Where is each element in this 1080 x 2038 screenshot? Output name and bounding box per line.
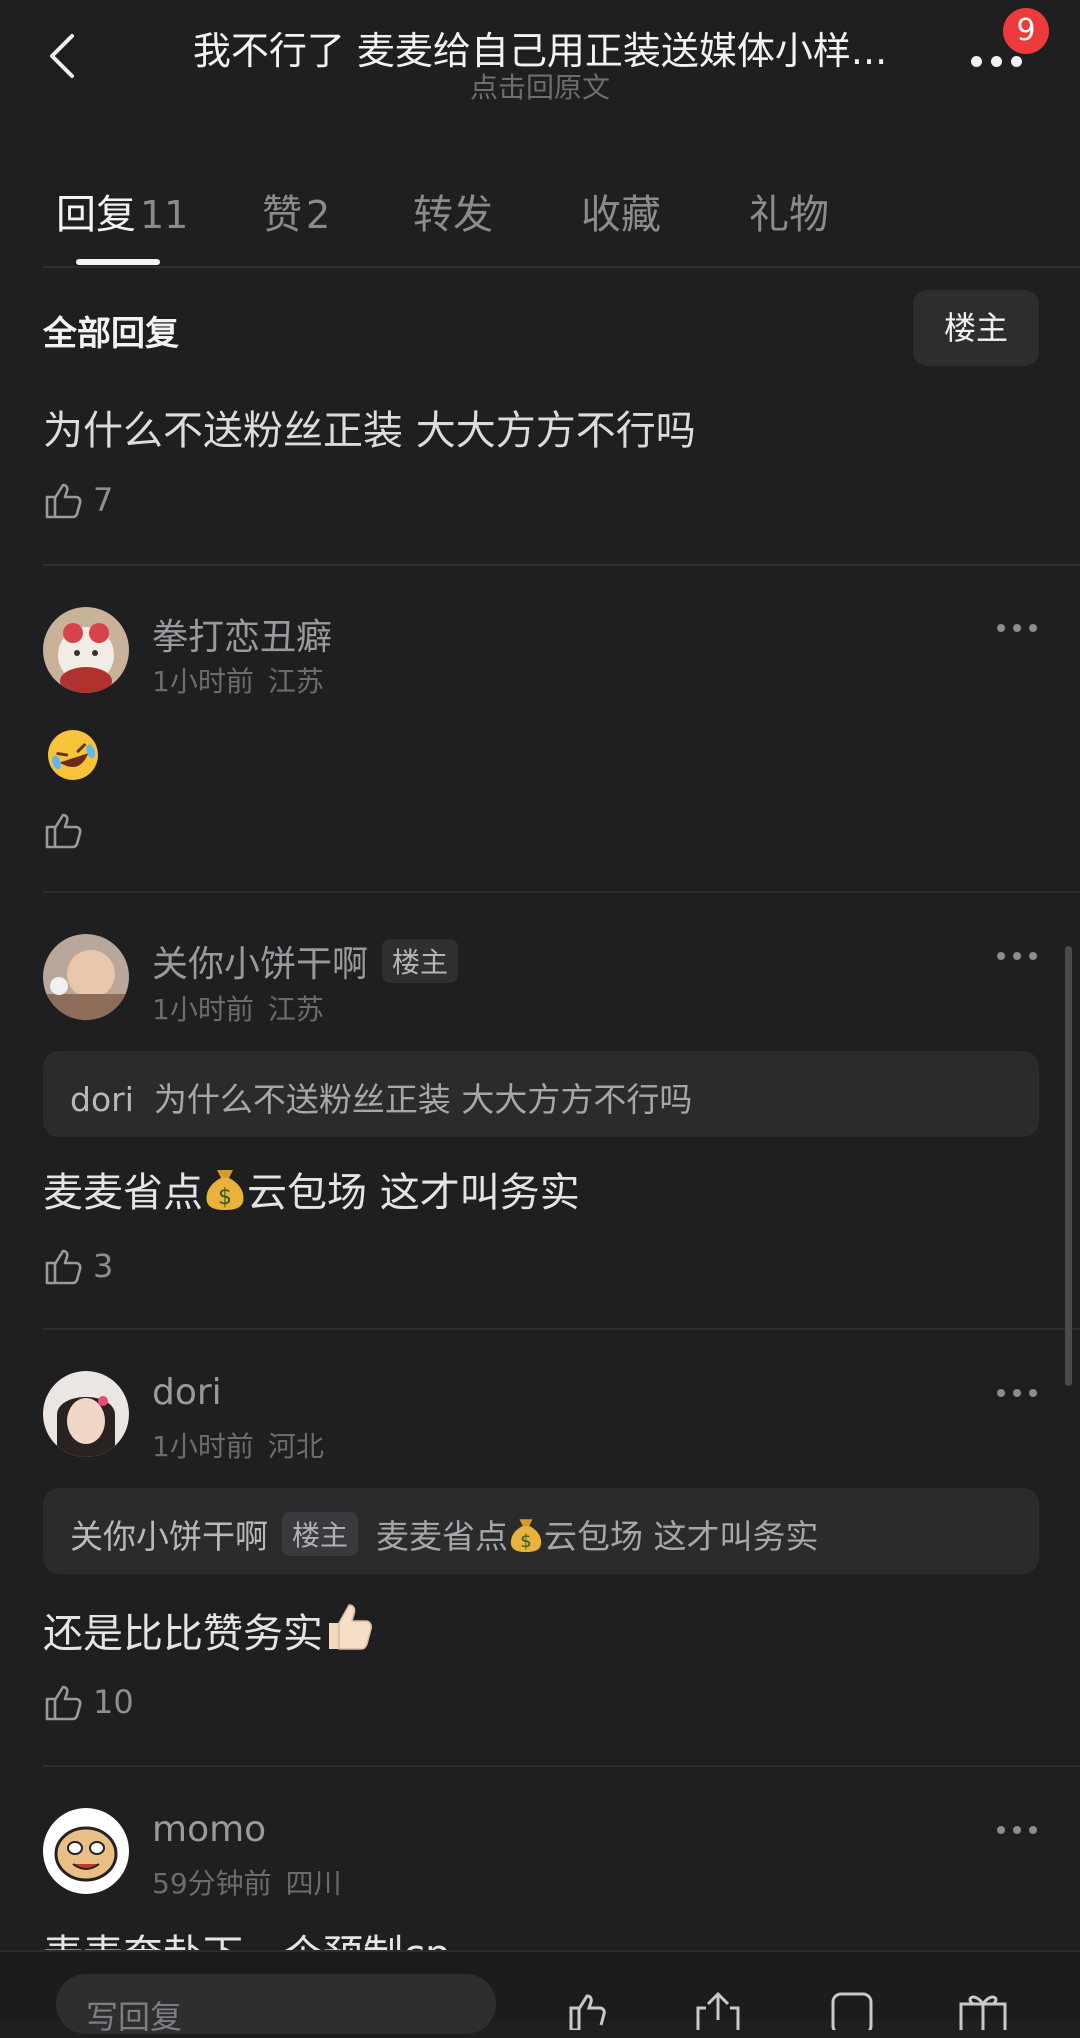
tab-likes[interactable]: 赞2 [262,182,330,240]
comment-meta: 1小时前 河北 [152,1425,324,1465]
like-icon [45,813,82,849]
tab-label: 回复 [56,192,136,238]
back-icon[interactable] [40,32,88,80]
like-button[interactable]: 7 [43,478,113,522]
thumbs-up-emoji-icon [329,1604,372,1650]
comment-text: 还是比比赞务实 [43,1611,323,1657]
comment-body: 还是比比赞务实 [43,1597,379,1659]
comment-icon[interactable] [825,1990,881,2030]
op-badge: 楼主 [382,939,459,983]
like-button[interactable]: 10 [43,1680,134,1724]
comment-location: 江苏 [267,993,324,1026]
top-nav-bar: 我不行了 麦麦给自己用正装送媒体小样... 点击回原文 9 [0,0,1080,110]
svg-text:$: $ [218,1185,232,1210]
section-title: 全部回复 [43,314,179,354]
reply-input[interactable]: 写回复 [56,1974,496,2036]
tab-reposts[interactable]: 转发 [413,182,493,240]
username[interactable]: momo [152,1809,266,1850]
username[interactable]: dori [152,1372,222,1413]
comment-meta: 1小时前 江苏 [152,660,324,700]
gift-icon[interactable] [955,1990,1011,2030]
comment-location: 江苏 [267,665,324,698]
comment-time: 59分钟前 [152,1867,272,1900]
quoted-username: dori [70,1080,134,1119]
comment-meta: 59分钟前 四川 [152,1862,342,1902]
comment-text: 云包场 这才叫务实 [247,1170,580,1216]
tab-label: 赞 [262,192,302,238]
avatar[interactable] [43,607,129,693]
op-filter-button[interactable]: 楼主 [913,290,1039,366]
quoted-text: 为什么不送粉丝正装 大大方方不行吗 [153,1080,693,1119]
quoted-username: 关你小饼干啊 [70,1517,268,1556]
divider [43,1328,1080,1330]
notification-badge: 9 [1003,8,1049,54]
quoted-text: 云包场 这才叫务实 [544,1517,819,1556]
like-icon [45,1249,82,1285]
top-comment-text: 为什么不送粉丝正装 大大方方不行吗 [43,408,696,454]
tab-favorites[interactable]: 收藏 [581,182,661,240]
comment-location: 河北 [267,1430,324,1463]
like-icon [45,1685,82,1721]
quoted-reply[interactable]: dori 为什么不送粉丝正装 大大方方不行吗 [43,1051,1039,1137]
comment-body: 麦麦省点 $ 云包场 这才叫务实 [43,1160,580,1218]
active-tab-indicator [76,259,160,265]
tab-count: 2 [306,193,331,237]
like-count: 3 [93,1247,114,1285]
comment-body: 麦麦奔赴下一个预制cp [43,1922,450,1950]
reply-input-placeholder: 写回复 [86,1998,183,2036]
tab-replies[interactable]: 回复 11 [56,182,188,240]
like-icon [45,483,82,519]
op-badge: 楼主 [282,1512,359,1556]
username-text: 关你小饼干啊 [152,944,369,985]
divider [43,891,1080,893]
laughing-emoji-icon [48,730,98,780]
tab-gifts[interactable]: 礼物 [749,182,829,240]
comment-text: 麦麦省点 [43,1170,203,1216]
bottom-action-bar: 写回复 [0,1950,1080,2036]
comment-time: 1小时前 [152,1430,254,1463]
tab-label: 收藏 [581,192,661,238]
tab-bar: 回复 11 赞2 转发 收藏 礼物 [0,170,1080,266]
username-text: 拳打恋丑癖 [152,617,333,658]
comment-text: 麦麦奔赴下一个预制cp [43,1932,450,1950]
money-bag-emoji-icon: $ [206,1170,244,1210]
comment-time: 1小时前 [152,993,254,1026]
comment-location: 四川 [285,1867,342,1900]
like-button[interactable]: 3 [43,1244,113,1288]
username[interactable]: 拳打恋丑癖 [152,608,332,660]
scrollbar[interactable] [1065,946,1072,1386]
tab-label: 礼物 [749,192,829,238]
username[interactable]: 关你小饼干啊 楼主 [152,935,459,987]
share-icon[interactable] [690,1990,746,2030]
like-icon[interactable] [565,1990,621,2030]
username-text: momo [152,1809,267,1850]
avatar[interactable] [43,1371,129,1457]
tab-count: 11 [140,193,189,237]
divider [43,1765,1080,1767]
comment-more-icon[interactable] [997,1389,1039,1399]
comment-time: 1小时前 [152,665,254,698]
back-to-post-link[interactable]: 点击回原文 [160,66,920,106]
like-count: 10 [93,1683,134,1721]
divider [43,564,1080,566]
comment-more-icon[interactable] [997,1826,1039,1836]
like-count: 7 [93,481,114,519]
avatar[interactable] [43,1808,129,1894]
divider [43,266,1080,268]
avatar[interactable] [43,934,129,1020]
quoted-reply[interactable]: 关你小饼干啊 楼主 麦麦省点 $ 云包场 这才叫务实 [43,1488,1039,1574]
quoted-text: 麦麦省点 [376,1517,509,1556]
comment-more-icon[interactable] [997,952,1039,962]
svg-text:$: $ [520,1531,531,1552]
like-button[interactable] [43,808,85,852]
username-text: dori [152,1372,222,1413]
comment-meta: 1小时前 江苏 [152,988,324,1028]
money-bag-emoji-icon: $ [510,1519,542,1552]
comment-more-icon[interactable] [997,624,1039,634]
tab-label: 转发 [413,192,493,238]
